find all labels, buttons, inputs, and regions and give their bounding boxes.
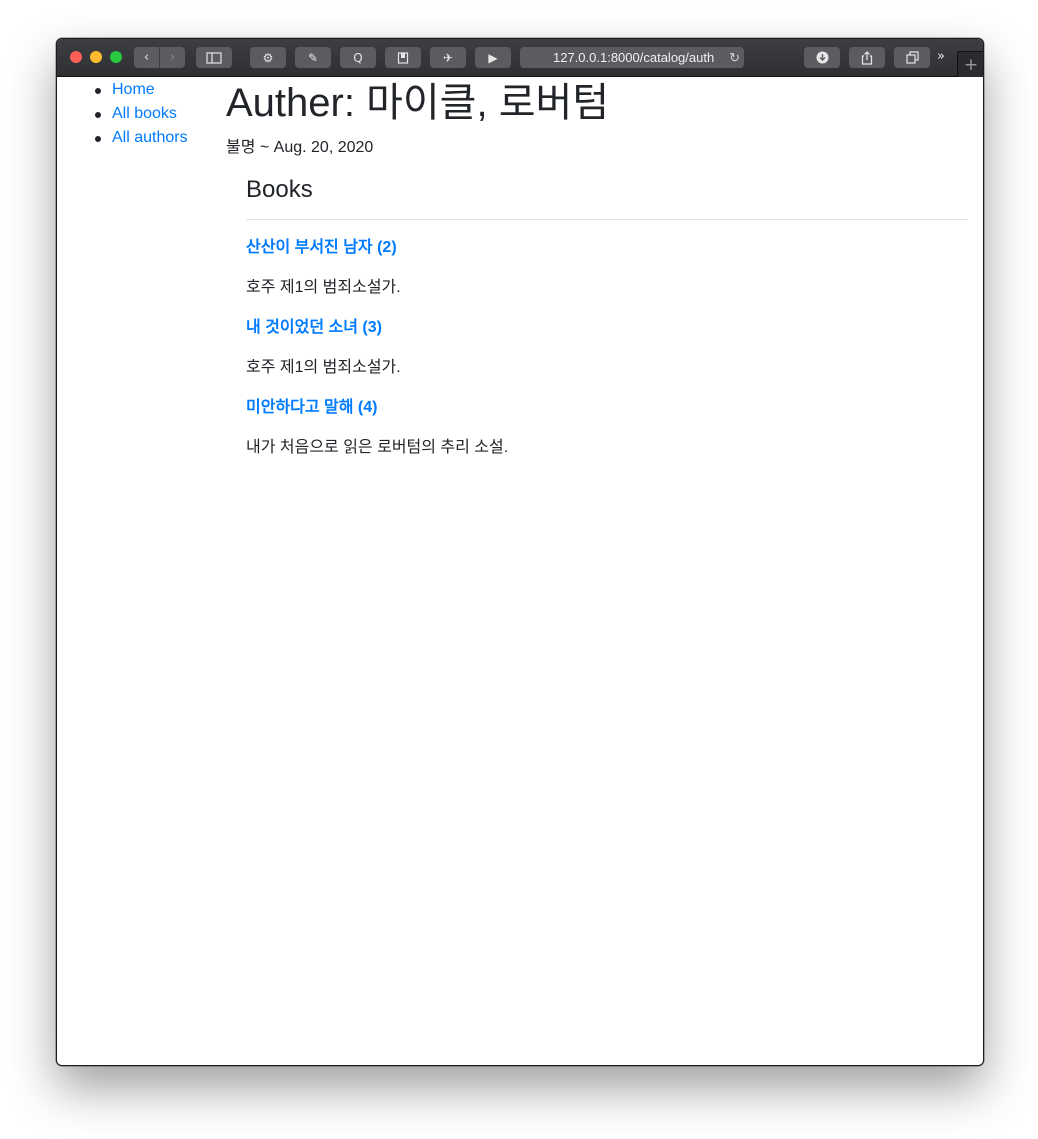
book-title-link[interactable]: 산산이 부서진 남자 (2) — [246, 236, 968, 260]
book-summary: 호주 제1의 범죄소설가. — [246, 359, 401, 376]
books-section: Books 산산이 부서진 남자 (2) 호주 제1의 범죄소설가. 내 것이었… — [246, 175, 968, 460]
home-link[interactable]: Home — [112, 81, 155, 98]
address-text: 127.0.0.1:8000/catalog/auth — [553, 50, 715, 65]
book-title-link[interactable]: 내 것이었던 소녀 (3) — [246, 316, 968, 340]
sidebar-nav: Home All books All authors — [95, 78, 188, 150]
all-books-link[interactable]: All books — [112, 105, 177, 122]
rocket-icon[interactable]: ✈ — [430, 47, 466, 68]
download-icon[interactable] — [804, 47, 840, 68]
bookmark-icon[interactable] — [385, 47, 421, 68]
books-heading: Books — [246, 176, 313, 203]
page-title: Auther: 마이클, 로버텀 — [226, 81, 610, 125]
book-summary: 내가 처음으로 읽은 로버텀의 추리 소설. — [246, 439, 509, 456]
book-summary: 호주 제1의 범죄소설가. — [246, 279, 401, 296]
browser-toolbar: ‹ › ⚙ ✎ Q ✈ ▶ 127.0.0.1:8000/catalog/aut… — [57, 39, 983, 77]
media-icon[interactable]: ▶ — [475, 47, 511, 68]
sidebar-icon[interactable] — [196, 47, 232, 68]
sidebar-item-all-books: All books — [95, 102, 188, 126]
new-tab-icon[interactable]: + — [957, 51, 983, 77]
history-nav: ‹ › — [134, 47, 185, 68]
book-title-link[interactable]: 미안하다고 말해 (4) — [246, 396, 968, 420]
book-item: 미안하다고 말해 (4) 내가 처음으로 읽은 로버텀의 추리 소설. — [246, 396, 968, 460]
forward-icon[interactable]: › — [159, 47, 185, 68]
tabs-icon[interactable] — [894, 47, 930, 68]
sidebar-item-home: Home — [95, 78, 188, 102]
back-icon[interactable]: ‹ — [134, 47, 159, 68]
quote-icon[interactable]: Q — [340, 47, 376, 68]
book-item: 산산이 부서진 남자 (2) 호주 제1의 범죄소설가. — [246, 236, 968, 300]
close-window-button[interactable] — [70, 51, 82, 63]
books-divider — [246, 219, 968, 220]
reload-icon[interactable]: ↻ — [729, 47, 740, 68]
all-authors-link[interactable]: All authors — [112, 129, 188, 146]
extension-icon[interactable]: ⚙ — [250, 47, 286, 68]
share-icon[interactable] — [849, 47, 885, 68]
maximize-window-button[interactable] — [110, 51, 122, 63]
book-item: 내 것이었던 소녀 (3) 호주 제1의 범죄소설가. — [246, 316, 968, 380]
page-content: Home All books All authors Auther: 마이클, … — [57, 77, 983, 1065]
browser-window: ‹ › ⚙ ✎ Q ✈ ▶ 127.0.0.1:8000/catalog/aut… — [56, 38, 984, 1066]
sidebar-item-all-authors: All authors — [95, 126, 188, 150]
author-dates: 불명 ~ Aug. 20, 2020 — [226, 139, 374, 156]
address-bar[interactable]: 127.0.0.1:8000/catalog/auth ↻ — [520, 47, 744, 68]
minimize-window-button[interactable] — [90, 51, 102, 63]
extension-icon[interactable]: ✎ — [295, 47, 331, 68]
more-icon[interactable]: » — [937, 49, 945, 64]
